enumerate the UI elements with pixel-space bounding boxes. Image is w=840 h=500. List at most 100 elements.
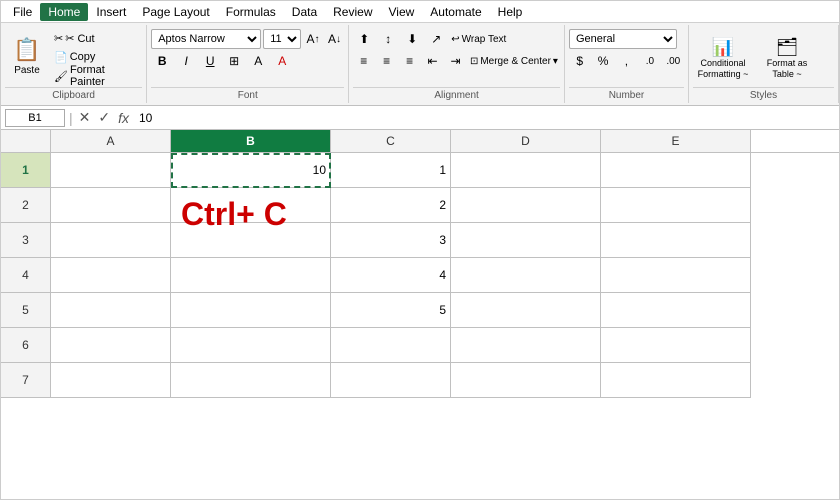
- row-header-5[interactable]: 5: [1, 293, 51, 328]
- decrease-indent-button[interactable]: ⇤: [422, 51, 443, 71]
- number-format-select[interactable]: General: [569, 29, 677, 49]
- ribbon-content: 📋 Paste ✂ ✂ Cut 📄 Copy: [1, 23, 839, 105]
- currency-button[interactable]: $: [569, 51, 590, 71]
- align-middle-button[interactable]: ↕: [377, 29, 399, 49]
- cut-button[interactable]: ✂ ✂ Cut: [51, 29, 142, 47]
- border-button[interactable]: ⊞: [223, 51, 245, 71]
- number-group: General $ % , .0 .00 Number: [565, 25, 689, 103]
- corner-cell: [1, 130, 51, 152]
- fill-color-button[interactable]: A: [247, 51, 269, 71]
- cell-d1[interactable]: [451, 153, 601, 188]
- cell-e1[interactable]: [601, 153, 751, 188]
- menu-help[interactable]: Help: [490, 3, 531, 21]
- cell-d4[interactable]: [451, 258, 601, 293]
- confirm-icon[interactable]: ✓: [96, 109, 112, 126]
- cell-c2[interactable]: 2: [331, 188, 451, 223]
- cell-c7[interactable]: [331, 363, 451, 398]
- align-top-button[interactable]: ⬆: [353, 29, 375, 49]
- format-painter-button[interactable]: 🖌 Format Painter: [51, 67, 142, 85]
- bold-button[interactable]: B: [151, 51, 173, 71]
- cell-e5[interactable]: [601, 293, 751, 328]
- conditional-formatting-button[interactable]: 📊 ConditionalFormatting ~: [693, 29, 753, 87]
- cell-a4[interactable]: [51, 258, 171, 293]
- comma-button[interactable]: ,: [616, 51, 637, 71]
- italic-button[interactable]: I: [175, 51, 197, 71]
- cell-b2[interactable]: Ctrl+ C: [171, 188, 331, 223]
- cell-e2[interactable]: [601, 188, 751, 223]
- cell-b5[interactable]: [171, 293, 331, 328]
- row-header-1[interactable]: 1: [1, 153, 51, 188]
- decrease-decimal-button[interactable]: .0: [639, 51, 660, 71]
- cell-c5[interactable]: 5: [331, 293, 451, 328]
- cell-a3[interactable]: [51, 223, 171, 258]
- cell-c3[interactable]: 3: [331, 223, 451, 258]
- align-right-button[interactable]: ≡: [399, 51, 420, 71]
- cell-b6[interactable]: [171, 328, 331, 363]
- wrap-text-button[interactable]: ↩ Wrap Text: [449, 30, 508, 48]
- cell-e3[interactable]: [601, 223, 751, 258]
- cell-d7[interactable]: [451, 363, 601, 398]
- col-header-e[interactable]: E: [601, 130, 751, 152]
- cell-b4[interactable]: [171, 258, 331, 293]
- font-color-button[interactable]: A: [271, 51, 293, 71]
- cell-a2[interactable]: [51, 188, 171, 223]
- font-select[interactable]: Aptos Narrow: [151, 29, 261, 49]
- menu-automate[interactable]: Automate: [422, 3, 489, 21]
- cell-c5-value: 5: [335, 303, 446, 317]
- col-header-b[interactable]: B: [171, 130, 331, 152]
- cell-d3[interactable]: [451, 223, 601, 258]
- cancel-icon[interactable]: ✕: [77, 109, 93, 126]
- cell-b1[interactable]: 10: [171, 153, 331, 188]
- col-header-d[interactable]: D: [451, 130, 601, 152]
- underline-button[interactable]: U: [199, 51, 221, 71]
- cell-c4[interactable]: 4: [331, 258, 451, 293]
- number-group-label: Number: [569, 87, 684, 101]
- formula-bar: | ✕ ✓ fx: [1, 106, 839, 130]
- align-center-button[interactable]: ≡: [376, 51, 397, 71]
- menu-view[interactable]: View: [381, 3, 423, 21]
- menu-insert[interactable]: Insert: [88, 3, 134, 21]
- cell-c1[interactable]: 1: [331, 153, 451, 188]
- decrease-font-size-button[interactable]: A↓: [325, 29, 345, 49]
- cell-a1[interactable]: [51, 153, 171, 188]
- col-header-a[interactable]: A: [51, 130, 171, 152]
- menu-formulas[interactable]: Formulas: [218, 3, 284, 21]
- cell-d5[interactable]: [451, 293, 601, 328]
- cell-d6[interactable]: [451, 328, 601, 363]
- function-icon[interactable]: fx: [116, 110, 131, 126]
- cell-reference-box[interactable]: [5, 109, 65, 127]
- increase-indent-button[interactable]: ⇥: [445, 51, 466, 71]
- row-header-4[interactable]: 4: [1, 258, 51, 293]
- menu-review[interactable]: Review: [325, 3, 380, 21]
- font-size-select[interactable]: 11: [263, 29, 301, 49]
- menu-home[interactable]: Home: [40, 3, 88, 21]
- row-header-3[interactable]: 3: [1, 223, 51, 258]
- paste-button[interactable]: 📋 Paste: [5, 27, 49, 85]
- merge-center-button[interactable]: ⊡ Merge & Center ▾: [468, 52, 560, 70]
- increase-decimal-button[interactable]: .00: [663, 51, 684, 71]
- row-header-7[interactable]: 7: [1, 363, 51, 398]
- row-header-6[interactable]: 6: [1, 328, 51, 363]
- menu-file[interactable]: File: [5, 3, 40, 21]
- cell-a6[interactable]: [51, 328, 171, 363]
- cell-e6[interactable]: [601, 328, 751, 363]
- cell-a7[interactable]: [51, 363, 171, 398]
- menu-data[interactable]: Data: [284, 3, 325, 21]
- formula-input[interactable]: [135, 111, 835, 125]
- col-header-c[interactable]: C: [331, 130, 451, 152]
- cell-b7[interactable]: [171, 363, 331, 398]
- menu-page-layout[interactable]: Page Layout: [134, 3, 217, 21]
- percent-button[interactable]: %: [592, 51, 613, 71]
- cell-c6[interactable]: [331, 328, 451, 363]
- increase-font-size-button[interactable]: A↑: [303, 29, 323, 49]
- cell-e7[interactable]: [601, 363, 751, 398]
- format-as-table-button[interactable]: 🗂 Format asTable ~: [757, 29, 817, 87]
- cell-d2[interactable]: [451, 188, 601, 223]
- align-bottom-button[interactable]: ⬇: [401, 29, 423, 49]
- align-left-button[interactable]: ≡: [353, 51, 374, 71]
- format-painter-label: Format Painter: [70, 64, 139, 88]
- cell-a5[interactable]: [51, 293, 171, 328]
- row-header-2[interactable]: 2: [1, 188, 51, 223]
- orientation-button[interactable]: ↗: [425, 29, 447, 49]
- cell-e4[interactable]: [601, 258, 751, 293]
